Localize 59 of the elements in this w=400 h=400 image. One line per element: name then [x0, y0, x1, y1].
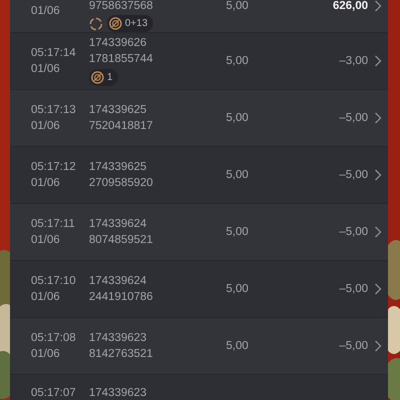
win-amount: –5,00 — [339, 112, 368, 124]
round-id: 8142763521 — [89, 348, 154, 360]
round-id: 2709585920 — [89, 177, 154, 189]
time-text: 05:17:08 — [31, 332, 77, 344]
time-text: 05:17:07 — [31, 387, 77, 399]
win-amount: –5,00 — [339, 283, 368, 295]
chevron-right-icon — [374, 55, 382, 67]
round-id: 174339624 — [89, 275, 148, 287]
slash-circle-icon — [91, 70, 104, 84]
round-id: 8074859521 — [89, 234, 154, 246]
round-id: 1781855744 — [89, 52, 154, 64]
time-text: 05:17:14 — [31, 47, 77, 59]
round-id: 174339623 — [89, 387, 148, 399]
round-id: 2441910786 — [89, 291, 154, 303]
date-text: 01/06 — [31, 5, 61, 17]
chevron-right-icon — [374, 169, 382, 181]
badge-count: 0+13 — [125, 18, 148, 29]
round-id: 174339623 — [89, 332, 148, 344]
bet-amount: 5,00 — [226, 0, 248, 12]
date-text: 01/06 — [31, 348, 61, 360]
date-text: 01/06 — [31, 234, 61, 246]
date-text: 01/06 — [31, 120, 61, 132]
win-amount: 626,00 — [332, 0, 368, 12]
chevron-right-icon — [374, 0, 382, 12]
round-id: 7520418817 — [89, 120, 154, 132]
date-text: 01/06 — [31, 177, 61, 189]
history-row[interactable]: 05:17:13 01/06 174339625 7520418817 5,00 –5,00 — [10, 90, 388, 147]
round-id: 174339625 — [89, 104, 148, 116]
history-row[interactable]: 05:17:11 01/06 174339624 8074859521 5,00 –5,00 — [10, 204, 388, 261]
bet-amount: 5,00 — [226, 283, 248, 295]
time-text: 05:17:10 — [31, 275, 77, 287]
loading-icon — [89, 16, 103, 30]
win-amount: –5,00 — [339, 340, 368, 352]
badge-count: 1 — [107, 72, 113, 82]
time-text: 05:17:12 — [31, 161, 77, 173]
history-row[interactable]: 05:17:08 01/06 174339623 8142763521 5,00 –5,00 — [10, 318, 388, 375]
round-id: 174339626 — [89, 36, 148, 48]
slash-circle-icon — [109, 17, 122, 30]
history-row[interactable]: 01/06 9758637568 0+13 5,00 626,00 — [10, 0, 388, 33]
round-id: 174339624 — [89, 218, 148, 230]
win-amount: –5,00 — [339, 226, 368, 238]
bet-amount: 5,00 — [226, 169, 248, 181]
time-text: 05:17:11 — [31, 218, 76, 230]
chevron-right-icon — [374, 283, 382, 295]
date-text: 01/06 — [31, 63, 61, 75]
history-row[interactable]: 05:17:07 174339623 — [10, 375, 388, 400]
time-text: 05:17:13 — [31, 104, 77, 116]
win-amount: –3,00 — [339, 55, 368, 67]
bet-amount: 5,00 — [226, 112, 248, 124]
win-amount: –5,00 — [339, 169, 368, 181]
round-id: 174339625 — [89, 161, 148, 173]
bet-amount: 5,00 — [226, 226, 248, 238]
date-text: 01/06 — [31, 291, 61, 303]
chevron-right-icon — [374, 340, 382, 352]
chevron-right-icon — [374, 112, 382, 124]
bet-amount: 5,00 — [226, 55, 248, 67]
bet-amount: 5,00 — [226, 340, 248, 352]
round-id: 9758637568 — [89, 0, 154, 12]
chevron-right-icon — [374, 226, 382, 238]
